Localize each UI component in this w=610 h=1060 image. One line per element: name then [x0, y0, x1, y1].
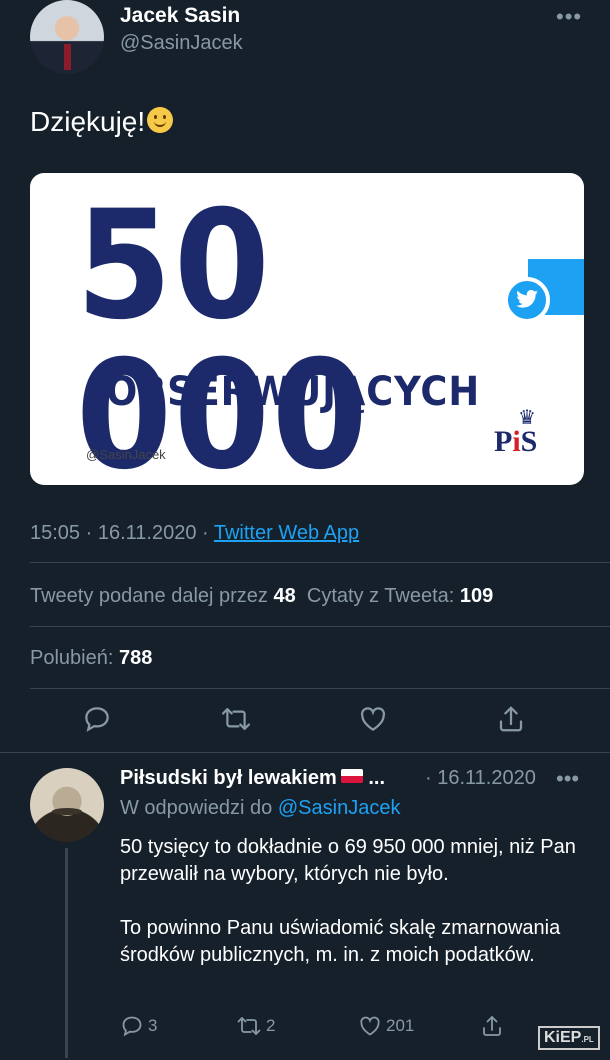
tweet-text-content: Dziękuję!: [30, 106, 146, 137]
divider: [30, 562, 610, 563]
reply-author-avatar[interactable]: [30, 768, 104, 842]
image-label: OBSERWUJĄCYCH: [106, 369, 481, 415]
pis-logo: ♛ PiS: [490, 405, 554, 465]
tweet-timestamp: 15:05 · 16.11.2020 · Twitter Web App: [30, 522, 359, 545]
author-handle[interactable]: @SasinJacek: [120, 32, 243, 55]
divider: [0, 752, 610, 753]
reply-retweets[interactable]: 2: [236, 1014, 275, 1038]
replies-count: 3: [148, 1016, 158, 1035]
poland-flag-icon: [340, 769, 363, 783]
divider: [30, 688, 610, 689]
reply-date[interactable]: · 16.11.2020: [425, 767, 536, 790]
retweets-count: 2: [266, 1016, 276, 1035]
timestamp-text[interactable]: 15:05 · 16.11.2020 ·: [30, 522, 209, 544]
likes-count[interactable]: 788: [119, 647, 152, 669]
reply-author-name[interactable]: Piłsudski był lewakiem ...: [120, 767, 385, 790]
stats-retweets-quotes: Tweety podane dalej przez 48 Cytaty z Tw…: [30, 585, 493, 608]
quotes-label[interactable]: Cytaty z Tweeta:: [307, 585, 454, 607]
more-icon[interactable]: •••: [556, 4, 582, 30]
retweets-label[interactable]: Tweety podane dalej przez: [30, 585, 268, 607]
reply-replies[interactable]: 3: [120, 1014, 157, 1038]
retweet-icon[interactable]: [220, 704, 252, 736]
retweet-icon: [237, 1017, 261, 1035]
thread-line: [65, 848, 68, 1058]
reply-paragraph: 50 tysięcy to dokładnie o 69 950 000 mni…: [120, 836, 576, 885]
reply-text: 50 tysięcy to dokładnie o 69 950 000 mni…: [120, 834, 580, 996]
client-link[interactable]: Twitter Web App: [214, 522, 359, 544]
quotes-count[interactable]: 109: [460, 585, 493, 607]
reply-icon: [122, 1016, 142, 1037]
image-handle: @SasinJacek: [86, 447, 166, 462]
likes-count: 201: [386, 1016, 415, 1035]
likes-label[interactable]: Polubień:: [30, 647, 113, 669]
author-avatar[interactable]: [30, 0, 104, 74]
tweet-text: Dziękuję!: [30, 106, 174, 138]
reply-paragraph: To powinno Panu uświadomić skalę zmarnow…: [120, 917, 561, 966]
like-icon: [360, 1016, 380, 1036]
smile-emoji-icon: [147, 107, 174, 133]
reply-to-handle[interactable]: @SasinJacek: [278, 797, 401, 819]
reply-icon[interactable]: [82, 704, 114, 736]
author-name[interactable]: Jacek Sasin: [120, 4, 240, 28]
tweet-image[interactable]: 50 000 OBSERWUJĄCYCH @SasinJacek ♛ PiS: [30, 173, 584, 485]
retweets-count[interactable]: 48: [274, 585, 296, 607]
pis-logo-text: PiS: [494, 425, 538, 458]
reply-likes[interactable]: 201: [358, 1014, 414, 1038]
more-icon[interactable]: •••: [556, 766, 579, 792]
reply-to: W odpowiedzi do @SasinJacek: [120, 797, 401, 819]
share-icon[interactable]: [496, 704, 528, 736]
divider: [30, 626, 610, 627]
watermark-logo: KiEP.PL: [538, 1026, 600, 1050]
image-big-number: 50 000: [76, 179, 370, 485]
stats-likes: Polubień: 788: [30, 647, 152, 670]
twitter-bird-icon: [504, 277, 550, 323]
like-icon[interactable]: [358, 704, 390, 736]
share-icon[interactable]: [480, 1014, 504, 1038]
